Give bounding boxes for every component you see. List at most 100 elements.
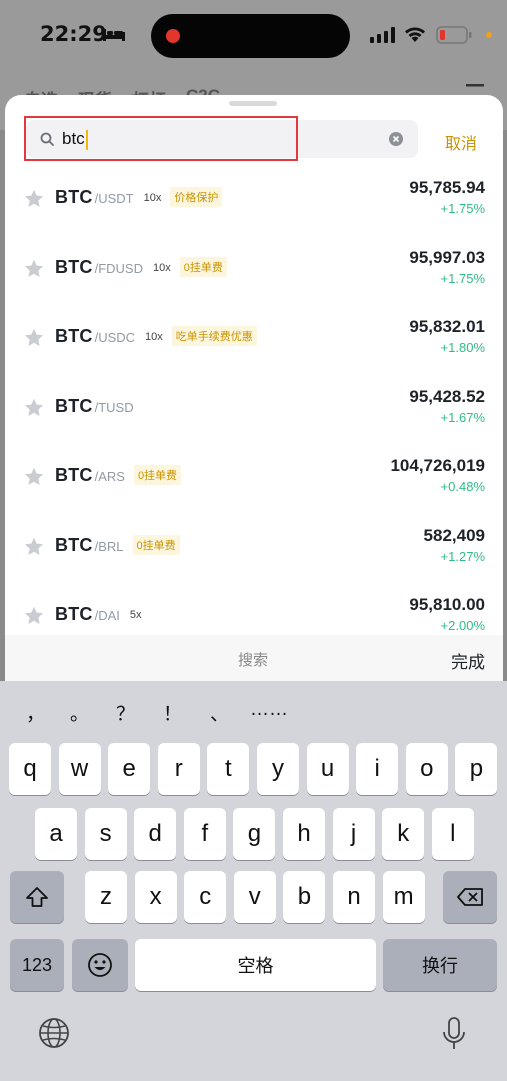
- key-z[interactable]: z: [85, 871, 127, 923]
- key-l[interactable]: l: [431, 808, 474, 860]
- last-price: 95,785.94: [409, 178, 485, 197]
- price-change: +2.00%: [440, 618, 485, 633]
- dynamic-island: [151, 14, 350, 58]
- key-q[interactable]: q: [9, 743, 51, 795]
- base-asset: BTC: [55, 396, 93, 416]
- promo-tag: 0挂单费: [133, 465, 182, 485]
- return-key[interactable]: 换行: [383, 939, 497, 991]
- promo-tag: 0挂单费: [179, 257, 227, 277]
- battery-icon: [436, 26, 472, 44]
- trading-pair: BTC/BRL 0挂单费: [55, 535, 180, 557]
- candidate-punctuation[interactable]: 、: [210, 699, 229, 726]
- space-key[interactable]: 空格: [135, 939, 376, 991]
- key-f[interactable]: f: [183, 808, 226, 860]
- sleep-focus-icon: [103, 29, 125, 41]
- base-asset: BTC: [55, 257, 93, 277]
- star-icon[interactable]: [24, 328, 44, 347]
- microphone-icon[interactable]: [442, 1017, 466, 1051]
- cellular-signal-icon: [370, 27, 395, 43]
- backspace-icon: [457, 888, 483, 906]
- star-icon[interactable]: [24, 467, 44, 486]
- keyboard-done-button[interactable]: 完成: [451, 648, 485, 673]
- base-asset: BTC: [55, 326, 93, 346]
- last-price: 95,810.00: [409, 595, 485, 614]
- price-change: +1.75%: [440, 201, 485, 216]
- leverage-badge: 5x: [129, 609, 142, 621]
- promo-tag: 吃单手续费优惠: [171, 326, 257, 346]
- quote-asset: /DAI: [94, 608, 120, 623]
- quote-asset: /USDT: [94, 191, 134, 206]
- key-p[interactable]: p: [455, 743, 498, 795]
- globe-icon[interactable]: [38, 1017, 70, 1049]
- price-change: +1.67%: [440, 410, 485, 425]
- star-icon[interactable]: [24, 189, 44, 208]
- key-k[interactable]: k: [382, 808, 425, 860]
- list-item[interactable]: BTC/BRL 0挂单费 582,409 +1.27%: [5, 513, 503, 583]
- base-asset: BTC: [55, 604, 93, 624]
- star-icon[interactable]: [24, 606, 44, 625]
- candidate-punctuation[interactable]: ！: [163, 699, 182, 726]
- list-item[interactable]: BTC/ARS 0挂单费 104,726,019 +0.48%: [5, 443, 503, 513]
- key-y[interactable]: y: [257, 743, 299, 795]
- keyboard-search-label[interactable]: 搜索: [238, 649, 268, 670]
- key-g[interactable]: g: [233, 808, 276, 860]
- cancel-button[interactable]: 取消: [445, 130, 477, 154]
- quote-asset: /FDUSD: [94, 261, 143, 276]
- key-i[interactable]: i: [356, 743, 399, 795]
- sheet-grabber[interactable]: [229, 101, 277, 106]
- key-w[interactable]: w: [58, 743, 101, 795]
- shift-key[interactable]: [10, 871, 64, 923]
- wifi-icon: [405, 27, 425, 42]
- key-e[interactable]: e: [108, 743, 151, 795]
- key-u[interactable]: u: [306, 743, 349, 795]
- quote-asset: /TUSD: [94, 400, 134, 415]
- trading-pair: BTC/FDUSD 10x 0挂单费: [55, 257, 227, 279]
- emoji-key[interactable]: [72, 939, 128, 991]
- list-item[interactable]: BTC/USDT 10x 价格保护 95,785.94 +1.75%: [5, 165, 503, 235]
- list-item[interactable]: BTC/TUSD 95,428.52 +1.67%: [5, 374, 503, 444]
- price-change: +0.48%: [440, 479, 485, 494]
- keyboard-accessory-bar: 搜索 完成: [5, 635, 503, 681]
- price-change: +1.80%: [440, 340, 485, 355]
- key-o[interactable]: o: [405, 743, 448, 795]
- star-icon[interactable]: [24, 537, 44, 556]
- candidate-punctuation[interactable]: ，: [26, 699, 45, 726]
- key-t[interactable]: t: [207, 743, 250, 795]
- status-time: 22:29: [40, 22, 107, 46]
- status-bar: 22:29: [0, 0, 507, 72]
- star-icon[interactable]: [24, 398, 44, 417]
- trading-pair: BTC/ARS 0挂单费: [55, 465, 182, 487]
- key-v[interactable]: v: [233, 871, 276, 923]
- trading-pair: BTC/DAI 5x: [55, 604, 142, 625]
- keyboard: ， 。 ？ ！ 、 …… 123 空格 换行 qwertyuiop asdfghjkl zxc…: [0, 681, 507, 1081]
- quote-asset: /BRL: [94, 539, 124, 554]
- key-n[interactable]: n: [333, 871, 375, 923]
- key-h[interactable]: h: [283, 808, 325, 860]
- key-j[interactable]: j: [332, 808, 375, 860]
- key-x[interactable]: x: [134, 871, 177, 923]
- candidate-punctuation[interactable]: ……: [250, 699, 288, 721]
- base-asset: BTC: [55, 535, 93, 555]
- quote-asset: /USDC: [94, 330, 136, 345]
- key-r[interactable]: r: [157, 743, 200, 795]
- numbers-key[interactable]: 123: [10, 939, 64, 991]
- key-b[interactable]: b: [283, 871, 326, 923]
- star-icon[interactable]: [24, 259, 44, 278]
- candidate-punctuation[interactable]: 。: [70, 699, 89, 726]
- key-c[interactable]: c: [184, 871, 227, 923]
- emoji-icon: [88, 953, 112, 977]
- list-item[interactable]: BTC/FDUSD 10x 0挂单费 95,997.03 +1.75%: [5, 235, 503, 305]
- clear-search-icon[interactable]: [389, 132, 403, 146]
- shift-icon: [26, 887, 48, 907]
- last-price: 582,409: [423, 526, 485, 545]
- base-asset: BTC: [55, 187, 93, 207]
- key-a[interactable]: a: [35, 808, 77, 860]
- last-price: 95,997.03: [409, 248, 485, 267]
- key-d[interactable]: d: [134, 808, 177, 860]
- list-item[interactable]: BTC/USDC 10x 吃单手续费优惠 95,832.01 +1.80%: [5, 304, 503, 374]
- delete-key[interactable]: [443, 871, 497, 923]
- candidate-punctuation[interactable]: ？: [116, 699, 135, 726]
- key-s[interactable]: s: [84, 808, 127, 860]
- trading-pair: BTC/USDC 10x 吃单手续费优惠: [55, 326, 257, 348]
- key-m[interactable]: m: [382, 871, 425, 923]
